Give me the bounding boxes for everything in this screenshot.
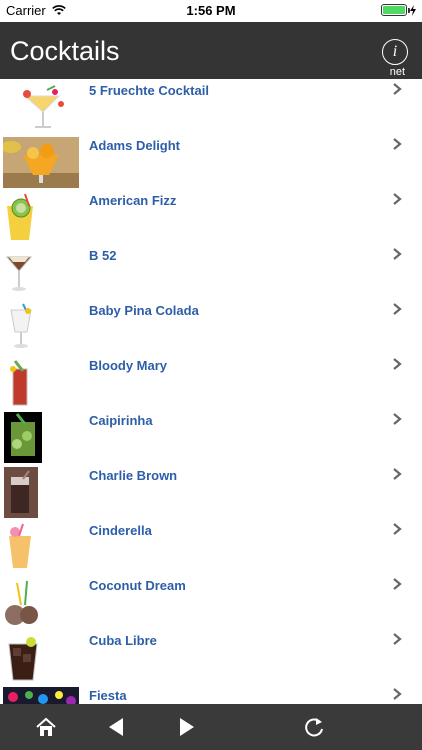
chevron-right-icon bbox=[393, 578, 402, 590]
chevron-right-icon bbox=[393, 138, 402, 150]
battery-area bbox=[381, 4, 416, 16]
cocktail-name: Fiesta bbox=[89, 688, 127, 703]
coconut-icon bbox=[3, 577, 79, 628]
status-bar: Carrier 1:56 PM bbox=[0, 0, 422, 22]
cocktail-name: Bloody Mary bbox=[89, 358, 168, 373]
chevron-right-icon bbox=[393, 413, 402, 425]
refresh-button[interactable] bbox=[300, 713, 328, 741]
list-item[interactable]: 5 Fruechte Cocktail bbox=[0, 79, 422, 134]
cocktail-name: Baby Pina Colada bbox=[89, 303, 199, 318]
pina-colada-glass-icon bbox=[3, 302, 79, 353]
chevron-right-icon bbox=[393, 523, 402, 535]
cocktail-name: American Fizz bbox=[89, 193, 177, 208]
cocktail-name: Charlie Brown bbox=[89, 468, 178, 483]
fruit-bowl-icon bbox=[3, 137, 79, 188]
chevron-right-icon bbox=[393, 358, 402, 370]
list-item[interactable]: Fiesta bbox=[0, 684, 422, 704]
refresh-icon bbox=[305, 718, 323, 737]
battery-fill bbox=[383, 6, 405, 14]
martini-glass-fruit-icon bbox=[3, 82, 79, 133]
cocktail-name: Coconut Dream bbox=[89, 578, 186, 593]
clock: 1:56 PM bbox=[186, 3, 236, 18]
list-item[interactable]: Caipirinha bbox=[0, 409, 422, 464]
cocktail-name: 5 Fruechte Cocktail bbox=[89, 83, 209, 98]
list-item[interactable]: Bloody Mary bbox=[0, 354, 422, 409]
chevron-right-icon bbox=[393, 633, 402, 645]
bottom-toolbar bbox=[0, 704, 422, 750]
back-arrow-icon bbox=[109, 718, 123, 736]
cocktail-name: B 52 bbox=[89, 248, 117, 263]
cocktail-list: 5 Fruechte Cocktail Adams Delight Americ bbox=[0, 79, 422, 704]
info-label[interactable]: net bbox=[390, 66, 405, 78]
navigation-bar: Cocktails i net bbox=[0, 22, 422, 79]
cocktail-name: Cinderella bbox=[89, 523, 152, 538]
list-item[interactable]: Charlie Brown bbox=[0, 464, 422, 519]
orange-drink-icon bbox=[3, 522, 79, 573]
list-item[interactable]: Cinderella bbox=[0, 519, 422, 574]
party-lights-icon bbox=[3, 687, 79, 704]
charging-bolt-icon bbox=[410, 4, 416, 16]
cocktail-name: Cuba Libre bbox=[89, 633, 157, 648]
cocktail-glass-icon bbox=[3, 247, 79, 298]
info-icon[interactable]: i bbox=[382, 39, 408, 65]
cola-glass-icon bbox=[3, 632, 79, 683]
cocktail-name: Caipirinha bbox=[89, 413, 153, 428]
home-icon bbox=[36, 717, 56, 736]
coffee-drink-icon bbox=[3, 467, 79, 518]
list-item[interactable]: Cuba Libre bbox=[0, 629, 422, 684]
lime-glass-icon bbox=[3, 412, 79, 463]
chevron-right-icon bbox=[393, 248, 402, 260]
chevron-right-icon bbox=[393, 193, 402, 205]
cocktail-name: Adams Delight bbox=[89, 138, 181, 153]
tall-red-glass-icon bbox=[3, 357, 79, 408]
forward-button[interactable] bbox=[173, 713, 201, 741]
back-button[interactable] bbox=[102, 713, 130, 741]
home-button[interactable] bbox=[32, 713, 60, 741]
chevron-right-icon bbox=[393, 83, 402, 95]
list-item[interactable]: American Fizz bbox=[0, 189, 422, 244]
list-item[interactable]: Baby Pina Colada bbox=[0, 299, 422, 354]
chevron-right-icon bbox=[393, 688, 402, 700]
battery-icon bbox=[381, 4, 410, 16]
page-title: Cocktails bbox=[10, 36, 120, 66]
list-item[interactable]: B 52 bbox=[0, 244, 422, 299]
forward-arrow-icon bbox=[180, 718, 194, 736]
list-item[interactable]: Coconut Dream bbox=[0, 574, 422, 629]
list-item[interactable]: Adams Delight bbox=[0, 134, 422, 189]
chevron-right-icon bbox=[393, 303, 402, 315]
yellow-drink-lime-icon bbox=[3, 192, 79, 243]
chevron-right-icon bbox=[393, 468, 402, 480]
